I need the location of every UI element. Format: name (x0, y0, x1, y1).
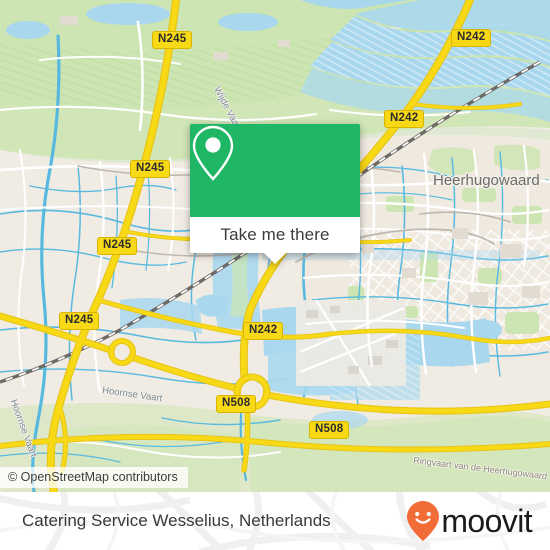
map-canvas[interactable]: N245 N245 N245 N245 N242 N242 N242 N508 … (0, 0, 550, 492)
road-shield-n245-4: N245 (59, 312, 100, 330)
road-shield-n245-1: N245 (152, 31, 193, 49)
road-shield-n242-2: N242 (384, 110, 425, 128)
moovit-wordmark: moovit (441, 503, 532, 539)
moovit-smiley-pin-icon (407, 501, 440, 541)
place-label-heerhugowaard: Heerhugowaard (433, 172, 540, 189)
map-pin-icon (192, 125, 234, 181)
road-shield-n245-3: N245 (97, 237, 138, 255)
location-popup-card[interactable]: Take me there (190, 124, 360, 264)
road-shield-n242-3: N242 (243, 322, 284, 340)
take-me-there-label: Take me there (220, 225, 330, 244)
popup-pointer-tail (264, 253, 286, 264)
road-shield-n508-2: N508 (309, 421, 350, 439)
page-title: Catering Service Wesselius, Netherlands (22, 511, 331, 530)
popup-action-row[interactable]: Take me there (190, 217, 360, 253)
popup-header (190, 124, 360, 217)
footer-bar: Catering Service Wesselius, Netherlands … (0, 492, 550, 550)
map-screenshot: N245 N245 N245 N245 N242 N242 N242 N508 … (0, 0, 550, 550)
moovit-logo[interactable]: moovit (406, 500, 533, 542)
osm-attribution[interactable]: © OpenStreetMap contributors (0, 467, 188, 488)
road-shield-n245-2: N245 (130, 160, 171, 178)
road-shield-n508-1: N508 (216, 395, 257, 413)
road-shield-n242-1: N242 (451, 29, 492, 47)
